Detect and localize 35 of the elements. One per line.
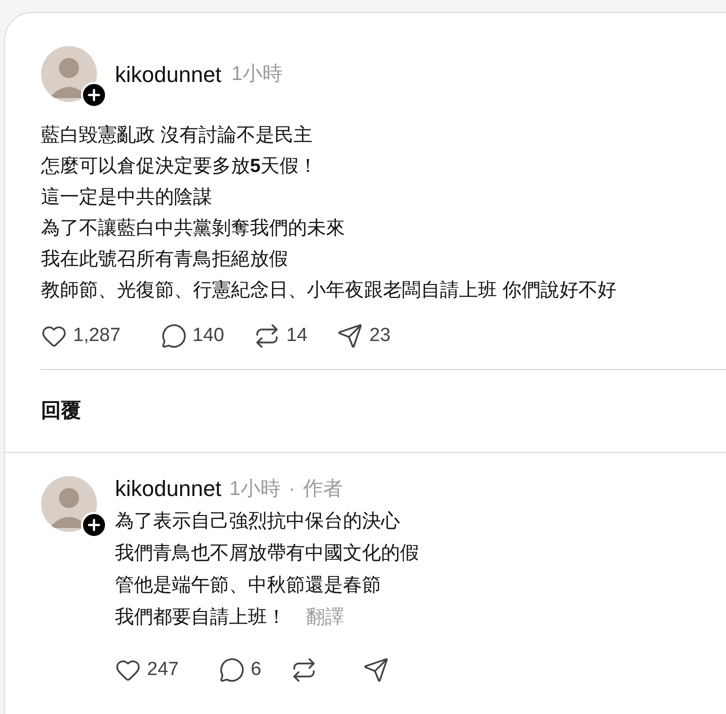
- avatar[interactable]: [41, 476, 97, 532]
- share-button[interactable]: [363, 656, 390, 683]
- reply-text-line: 我們都要自請上班！: [115, 606, 286, 630]
- share-button[interactable]: 23: [337, 322, 391, 350]
- reply-text-line: 為了表示自己強烈抗中保台的決心: [115, 510, 400, 534]
- post-text-line: 藍白毀憲亂政 沒有討論不是民主: [41, 124, 312, 148]
- replies-heading[interactable]: 回覆: [41, 400, 81, 422]
- follow-plus-icon[interactable]: [81, 512, 107, 538]
- repost-button[interactable]: 14: [254, 322, 308, 350]
- post-time: 1小時: [231, 62, 283, 87]
- repost-icon: [291, 656, 318, 683]
- follow-plus-icon[interactable]: [81, 82, 107, 108]
- avatar[interactable]: [41, 46, 97, 102]
- comment-icon: [160, 323, 187, 350]
- send-icon: [337, 323, 364, 350]
- reply-text-line: 我們青鳥也不屑放帶有中國文化的假: [115, 542, 419, 566]
- author-tag: 作者: [303, 476, 344, 502]
- post-text-line: 這一定是中共的陰謀: [41, 186, 212, 210]
- reply-time: 1小時: [229, 476, 281, 502]
- comment-icon: [218, 656, 245, 683]
- post-text-line: 為了不讓藍白中共黨剝奪我們的未來: [41, 217, 345, 241]
- author-name[interactable]: kikodunnet: [115, 476, 222, 502]
- repost-icon: [254, 323, 280, 350]
- post-text-line: 教師節、光復節、行憲紀念日、小年夜跟老闆自請上班 你們說好不好: [41, 278, 616, 303]
- post-text-line: 怎麼可以倉促決定要多放5天假！: [41, 155, 318, 179]
- like-button[interactable]: 1,287: [41, 322, 121, 350]
- separator-dot: ·: [288, 476, 296, 502]
- comment-button[interactable]: 6: [218, 656, 262, 684]
- comment-button[interactable]: 140: [160, 322, 224, 350]
- post-text-line: 我在此號召所有青鳥拒絕放假: [41, 248, 288, 272]
- repost-button[interactable]: [291, 656, 318, 683]
- author-name[interactable]: kikodunnet: [115, 58, 222, 90]
- like-button[interactable]: 247: [115, 656, 179, 684]
- reply-text-line: 管他是端午節、中秋節還是春節: [115, 574, 381, 598]
- send-icon: [363, 656, 390, 683]
